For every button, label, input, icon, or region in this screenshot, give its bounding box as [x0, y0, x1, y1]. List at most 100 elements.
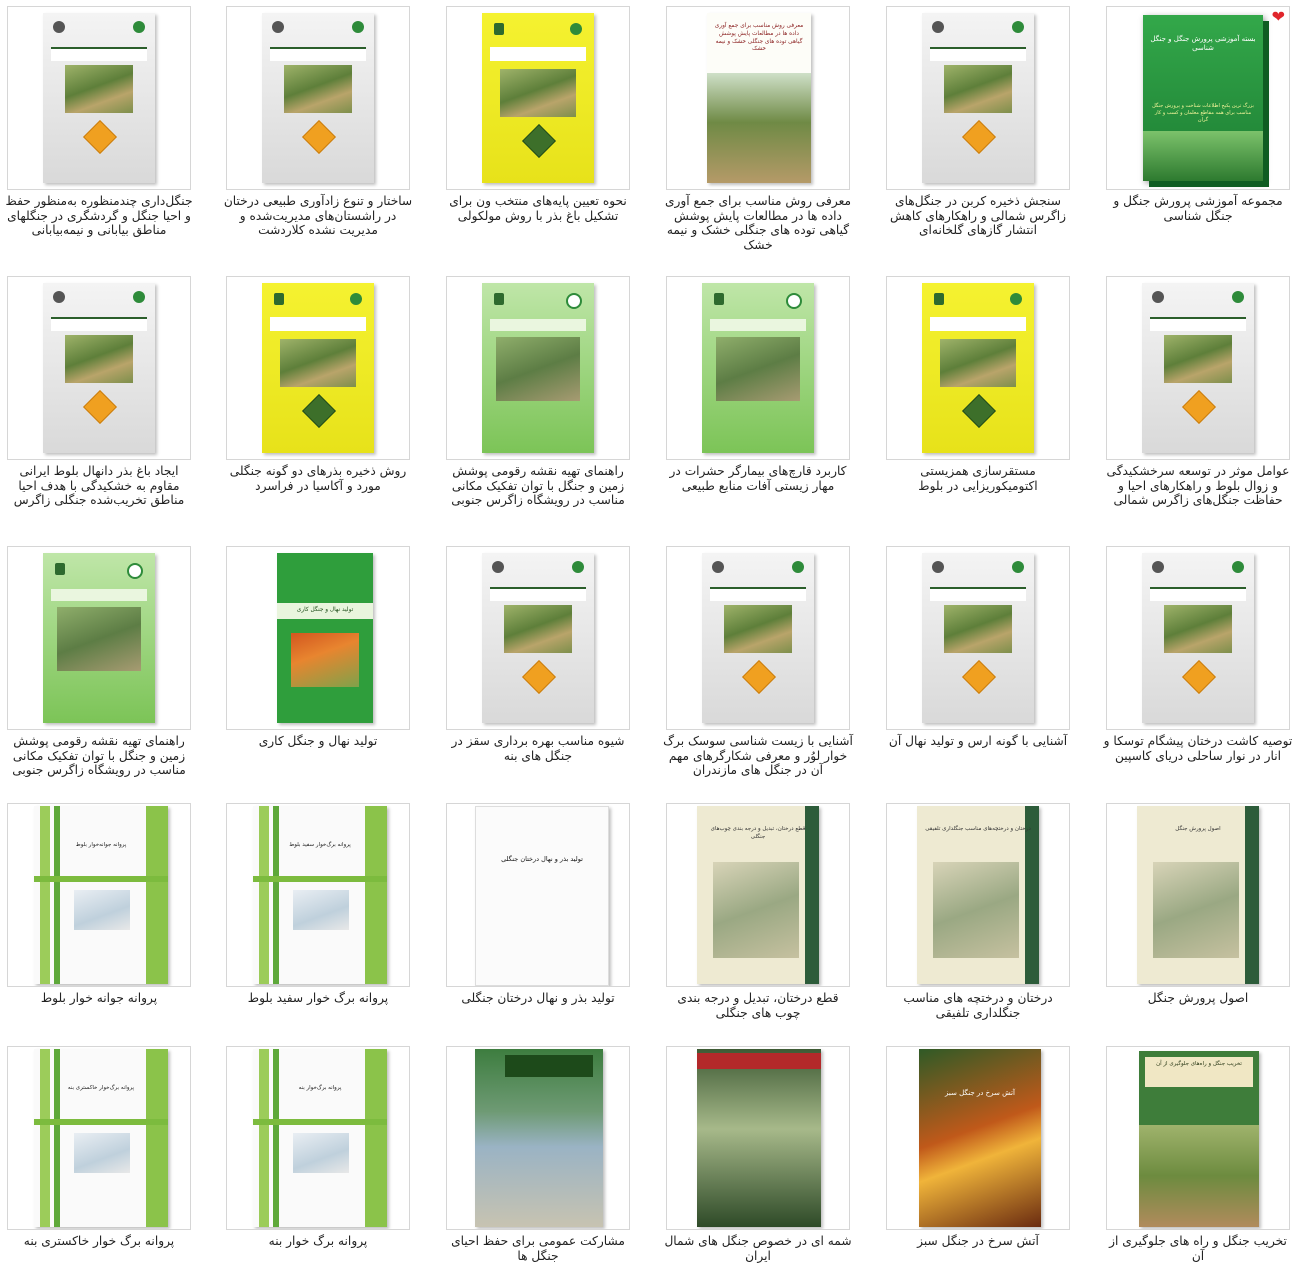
product-thumbnail[interactable] [446, 276, 630, 460]
product-title-link[interactable]: راهنمای تهیه نقشه رقومی پوشش زمین و جنگل… [443, 464, 633, 508]
product-title-link[interactable]: مشارکت عمومی برای حفظ احیای جنگل ها [443, 1234, 633, 1263]
product-card[interactable]: ایجاد باغ بذر دانهال بلوط ایرانی مقاوم ب… [4, 276, 208, 540]
product-title-link[interactable]: پروانه برگ خوار سفید بلوط [223, 991, 413, 1006]
emblem-icon [494, 293, 504, 305]
product-title-link[interactable]: آشنایی با زیست شناسی سوسک برگ خوار لوُر … [663, 734, 853, 778]
product-thumbnail[interactable]: پروانه برگ‌خوار خاکستری بنه [7, 1046, 191, 1230]
product-title-link[interactable]: تخریب جنگل و راه های جلوگیری از آن [1103, 1234, 1293, 1263]
product-title-link[interactable]: آشنایی با گونه ارس و تولید نهال آن [883, 734, 1073, 749]
cover-photo [293, 890, 349, 930]
product-title-link[interactable]: نحوه تعیین پایه‌های منتخب ون برای تشکیل … [443, 194, 633, 223]
product-card[interactable]: آشنایی با گونه ارس و تولید نهال آن [883, 546, 1087, 810]
product-card[interactable]: پروانه برگ‌خوار سفید بلوط پروانه برگ خوار… [223, 803, 427, 1067]
product-thumbnail[interactable]: اصول پرورش جنگل [1106, 803, 1290, 987]
product-card[interactable]: راهنمای تهیه نقشه رقومی پوشش زمین و جنگل… [443, 276, 647, 540]
product-title-link[interactable]: پروانه جوانه خوار بلوط [4, 991, 194, 1006]
product-title-link[interactable]: عوامل موثر در توسعه سرخشکیدگی و زوال بلو… [1103, 464, 1293, 508]
product-title-link[interactable]: شیوه مناسب بهره برداری سقز در جنگل های ب… [443, 734, 633, 763]
product-card[interactable]: نحوه تعیین پایه‌های منتخب ون برای تشکیل … [443, 6, 647, 270]
product-card[interactable]: تولید بذر و نهال درختان جنگلی تولید بذر و… [443, 803, 647, 1067]
product-card[interactable]: جنگل‌داری چندمنظوره به‌منظور حفظ و احیا … [4, 6, 208, 270]
product-thumbnail[interactable] [226, 276, 410, 460]
product-card[interactable]: تولید نهال و جنگل کاری تولید نهال و جنگل … [223, 546, 427, 810]
product-thumbnail[interactable] [886, 546, 1070, 730]
product-thumbnail[interactable]: پروانه برگ‌خوار بنه [226, 1046, 410, 1230]
product-thumbnail[interactable]: پروانه جوانه‌خوار بلوط [7, 803, 191, 987]
cover-photo [284, 65, 352, 113]
product-title-link[interactable]: توصیه کاشت درختان پیشگام توسکا و انار در… [1103, 734, 1293, 763]
product-title-link[interactable]: راهنمای تهیه نقشه رقومی پوشش زمین و جنگل… [4, 734, 194, 778]
product-title-link[interactable]: درختان و درختچه های مناسب جنگلداری تلفیق… [883, 991, 1073, 1020]
product-title-link[interactable]: تولید بذر و نهال درختان جنگلی [443, 991, 633, 1006]
product-title-link[interactable]: روش ذخیره بذرهای دو گونه جنگلی مورد و آک… [223, 464, 413, 493]
product-title-link[interactable]: تولید نهال و جنگل کاری [223, 734, 413, 749]
product-card[interactable]: قطع درختان، تبدیل و درجه بندی چوب‌های جن… [663, 803, 867, 1067]
product-thumbnail[interactable]: آتش سرخ در جنگل سبز [886, 1046, 1070, 1230]
product-card[interactable]: شیوه مناسب بهره برداری سقز در جنگل های ب… [443, 546, 647, 810]
product-card[interactable]: آتش سرخ در جنگل سبز آتش سرخ در جنگل سبز [883, 1046, 1087, 1262]
product-card[interactable]: روش ذخیره بذرهای دو گونه جنگلی مورد و آک… [223, 276, 427, 540]
product-title-link[interactable]: پروانه برگ خوار خاکستری بنه [4, 1234, 194, 1249]
product-thumbnail[interactable] [1106, 546, 1290, 730]
product-title-link[interactable]: پروانه برگ خوار بنه [223, 1234, 413, 1249]
product-card[interactable]: پروانه جوانه‌خوار بلوط پروانه جوانه خوار … [4, 803, 208, 1067]
product-card[interactable]: درختان و درختچه‌های مناسب جنگلداری تلفیق… [883, 803, 1087, 1067]
product-thumbnail[interactable] [226, 6, 410, 190]
product-card[interactable]: پروانه برگ‌خوار خاکستری بنه پروانه برگ خو… [4, 1046, 208, 1262]
green-stripe [40, 806, 50, 984]
product-thumbnail[interactable] [446, 6, 630, 190]
product-card[interactable]: معرفی روش مناسب برای جمع آوری داده ها در… [663, 6, 867, 270]
product-thumbnail[interactable]: قطع درختان، تبدیل و درجه بندی چوب‌های جن… [666, 803, 850, 987]
book-cover: تولید نهال و جنگل کاری [277, 553, 373, 723]
product-card[interactable]: توصیه کاشت درختان پیشگام توسکا و انار در… [1103, 546, 1299, 810]
product-thumbnail[interactable] [446, 546, 630, 730]
product-title-link[interactable]: سنجش ذخیره کربن در جنگل‌های زاگرس شمالی … [883, 194, 1073, 238]
product-card[interactable]: سنجش ذخیره کربن در جنگل‌های زاگرس شمالی … [883, 6, 1087, 270]
badge-diamond-icon [962, 660, 996, 694]
product-thumbnail[interactable]: درختان و درختچه‌های مناسب جنگلداری تلفیق… [886, 803, 1070, 987]
product-card[interactable]: پروانه برگ‌خوار بنه پروانه برگ خوار بنه [223, 1046, 427, 1262]
product-thumbnail[interactable] [886, 276, 1070, 460]
product-thumbnail[interactable]: بسته آموزشی پرورش جنگل و جنگل شناسی بزرگ … [1106, 6, 1290, 190]
product-title-link[interactable]: قطع درختان، تبدیل و درجه بندی چوب های جن… [663, 991, 853, 1020]
product-card[interactable]: شمه ای در خصوص جنگل های شمال ایران [663, 1046, 867, 1263]
product-title-link[interactable]: ایجاد باغ بذر دانهال بلوط ایرانی مقاوم ب… [4, 464, 194, 508]
product-title-link[interactable]: شمه ای در خصوص جنگل های شمال ایران [663, 1234, 853, 1263]
product-thumbnail[interactable]: معرفی روش مناسب برای جمع آوری داده ها در… [666, 6, 850, 190]
product-thumbnail[interactable]: تولید بذر و نهال درختان جنگلی [446, 803, 630, 987]
product-card[interactable]: آشنایی با زیست شناسی سوسک برگ خوار لوُر … [663, 546, 867, 810]
product-card[interactable]: تخریب جنگل و راه‌های جلوگیری از آن تخریب … [1103, 1046, 1299, 1263]
product-thumbnail[interactable] [666, 1046, 850, 1230]
product-thumbnail[interactable]: تولید نهال و جنگل کاری [226, 546, 410, 730]
product-title-link[interactable]: جنگل‌داری چندمنظوره به‌منظور حفظ و احیا … [4, 194, 194, 238]
product-title-link[interactable]: آتش سرخ در جنگل سبز [883, 1234, 1073, 1249]
product-title-link[interactable]: اصول پرورش جنگل [1103, 991, 1293, 1006]
product-thumbnail[interactable] [1106, 276, 1290, 460]
product-thumbnail[interactable] [7, 546, 191, 730]
product-title-link[interactable]: ساختار و تنوع زادآوری طبیعی درختان در را… [223, 194, 413, 238]
product-title-link[interactable]: معرفی روش مناسب برای جمع آوری داده ها در… [663, 194, 853, 252]
product-card[interactable]: راهنمای تهیه نقشه رقومی پوشش زمین و جنگل… [4, 546, 208, 810]
product-thumbnail[interactable] [666, 276, 850, 460]
product-card[interactable]: کاربرد قارچ‌های بیمارگر حشرات در مهار زی… [663, 276, 867, 540]
green-stripe [54, 1049, 60, 1227]
heart-icon[interactable]: ❤ [1272, 9, 1285, 25]
product-thumbnail[interactable] [446, 1046, 630, 1230]
product-thumbnail[interactable] [666, 546, 850, 730]
org-logo-icon [572, 561, 584, 573]
product-title-link[interactable]: مجموعه آموزشی پرورش جنگل و جنگل شناسی [1103, 194, 1293, 223]
product-card[interactable]: مشارکت عمومی برای حفظ احیای جنگل ها [443, 1046, 647, 1263]
product-card[interactable]: عوامل موثر در توسعه سرخشکیدگی و زوال بلو… [1103, 276, 1299, 540]
product-thumbnail[interactable]: پروانه برگ‌خوار سفید بلوط [226, 803, 410, 987]
product-title-link[interactable]: کاربرد قارچ‌های بیمارگر حشرات در مهار زی… [663, 464, 853, 493]
cover-photo [713, 862, 799, 958]
product-card[interactable]: مستقرسازی همزیستی اکتومیکوریزایی در بلوط [883, 276, 1087, 540]
product-thumbnail[interactable]: تخریب جنگل و راه‌های جلوگیری از آن [1106, 1046, 1290, 1230]
product-card[interactable]: ساختار و تنوع زادآوری طبیعی درختان در را… [223, 6, 427, 270]
product-thumbnail[interactable] [7, 276, 191, 460]
product-card[interactable]: اصول پرورش جنگل اصول پرورش جنگل [1103, 803, 1299, 1067]
product-thumbnail[interactable] [7, 6, 191, 190]
product-title-link[interactable]: مستقرسازی همزیستی اکتومیکوریزایی در بلوط [883, 464, 1073, 493]
product-thumbnail[interactable] [886, 6, 1070, 190]
product-card[interactable]: بسته آموزشی پرورش جنگل و جنگل شناسی بزرگ … [1103, 6, 1299, 270]
